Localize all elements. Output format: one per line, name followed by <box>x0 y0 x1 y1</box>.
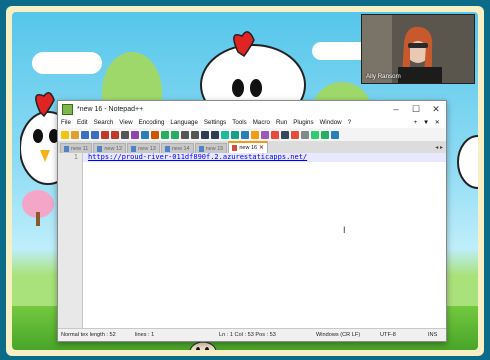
text-cursor-icon: I <box>343 225 346 235</box>
file-icon <box>164 145 170 152</box>
paste-icon[interactable] <box>151 130 159 139</box>
tab-new-15[interactable]: new 15 <box>194 143 228 153</box>
line-number-gutter: 1 <box>58 153 83 329</box>
editor-text-url[interactable]: https://proud-river-011df890f.2.azuresta… <box>88 153 307 161</box>
status-eol[interactable]: Windows (CR LF) <box>316 332 360 338</box>
menu-macro[interactable]: Macro <box>250 119 273 126</box>
file-icon <box>97 145 103 152</box>
toolbar <box>58 128 446 142</box>
menu-bar: File Edit Search View Encoding Language … <box>58 117 446 128</box>
window-title: *new 16 - Notepad++ <box>77 105 144 113</box>
tab-label: new 14 <box>171 145 190 152</box>
menu-encoding[interactable]: Encoding <box>136 119 168 126</box>
menu-edit[interactable]: Edit <box>74 119 91 126</box>
tab-label: new 11 <box>71 145 89 152</box>
replace-icon[interactable] <box>191 130 199 139</box>
play-macro-icon[interactable] <box>311 130 319 139</box>
word-wrap-icon[interactable] <box>231 130 239 139</box>
file-icon <box>198 145 204 152</box>
tab-label: new 15 <box>205 145 224 152</box>
menu-file[interactable]: File <box>58 119 74 126</box>
menu-settings[interactable]: Settings <box>201 119 229 126</box>
tab-new-14[interactable]: new 14 <box>160 143 194 153</box>
menu-view[interactable]: View <box>116 119 135 126</box>
run-macro-multiple-icon[interactable] <box>321 130 329 139</box>
maximize-button[interactable]: ☐ <box>406 104 426 115</box>
minimize-button[interactable]: – <box>386 104 406 114</box>
menu-help[interactable]: ? <box>345 119 354 126</box>
sync-scroll-icon[interactable] <box>221 130 229 139</box>
status-length: Normal tex length : 52 <box>61 332 116 338</box>
new-file-icon[interactable] <box>61 130 69 139</box>
file-icon <box>64 145 69 152</box>
close-button[interactable]: ✕ <box>426 104 446 115</box>
editor-area[interactable]: 1 https://proud-river-011df890f.2.azures… <box>58 153 446 329</box>
doc-map-icon[interactable] <box>261 130 269 139</box>
webcam-overlay: Ally Ransom <box>361 14 475 84</box>
tab-new-12[interactable]: new 12 <box>93 143 127 153</box>
tab-label: new 13 <box>138 145 156 152</box>
folder-workspace-icon[interactable] <box>281 130 289 139</box>
status-lines: lines : 1 <box>135 332 155 338</box>
tab-new-13[interactable]: new 13 <box>127 143 160 153</box>
zoom-out-icon[interactable] <box>211 130 219 139</box>
tab-new-16[interactable]: new 16 ✕ <box>228 141 268 153</box>
unsaved-file-icon <box>232 145 238 151</box>
save-all-icon[interactable] <box>91 130 99 139</box>
find-icon[interactable] <box>181 130 189 139</box>
menu-plugins[interactable]: Plugins <box>290 119 316 126</box>
notepadpp-window[interactable]: *new 16 - Notepad++ – ☐ ✕ File Edit Sear… <box>57 100 447 342</box>
open-file-icon[interactable] <box>71 130 79 139</box>
file-icon <box>131 145 137 152</box>
indent-guide-icon[interactable] <box>251 130 259 139</box>
cloud <box>32 52 102 74</box>
status-position: Ln : 1 Col : 53 Pos : 53 <box>219 332 276 338</box>
menu-language[interactable]: Language <box>167 119 201 126</box>
save-icon[interactable] <box>81 130 89 139</box>
copy-icon[interactable] <box>141 130 149 139</box>
stop-macro-icon[interactable] <box>301 130 309 139</box>
menu-window[interactable]: Window <box>317 119 345 126</box>
tab-scroll-arrows[interactable]: ◂ ▸ <box>435 144 446 151</box>
status-mode[interactable]: INS <box>428 332 437 338</box>
menu-tools[interactable]: Tools <box>229 119 249 126</box>
notepadpp-app-icon <box>62 103 73 115</box>
tab-new-11[interactable]: new 11 <box>60 143 93 153</box>
title-bar[interactable]: *new 16 - Notepad++ – ☐ ✕ <box>58 101 446 117</box>
status-encoding[interactable]: UTF-8 <box>380 332 396 338</box>
menu-run[interactable]: Run <box>273 119 290 126</box>
bird-character-edge <box>457 135 478 189</box>
menu-search[interactable]: Search <box>91 119 117 126</box>
show-all-chars-icon[interactable] <box>241 130 249 139</box>
zoom-in-icon[interactable] <box>201 130 209 139</box>
redo-icon[interactable] <box>171 130 179 139</box>
pink-tree <box>22 190 54 226</box>
tab-bar: new 11 new 12 new 13 new 14 new 15 new 1… <box>58 141 446 153</box>
line-number: 1 <box>73 153 78 161</box>
close-all-icon[interactable] <box>111 130 119 139</box>
cut-icon[interactable] <box>131 130 139 139</box>
close-file-icon[interactable] <box>101 130 109 139</box>
function-list-icon[interactable] <box>271 130 279 139</box>
status-bar: Normal tex length : 52 lines : 1 Ln : 1 … <box>58 328 446 341</box>
record-macro-icon[interactable] <box>291 130 299 139</box>
save-macro-icon[interactable] <box>331 130 339 139</box>
tab-close-icon[interactable]: ✕ <box>259 145 264 151</box>
print-icon[interactable] <box>121 130 129 139</box>
tab-label: new 12 <box>104 145 123 152</box>
webcam-name-label: Ally Ransom <box>366 73 401 80</box>
menu-right-controls[interactable]: + ▼ ✕ <box>411 119 446 126</box>
tab-label: new 16 <box>239 145 258 151</box>
undo-icon[interactable] <box>161 130 169 139</box>
